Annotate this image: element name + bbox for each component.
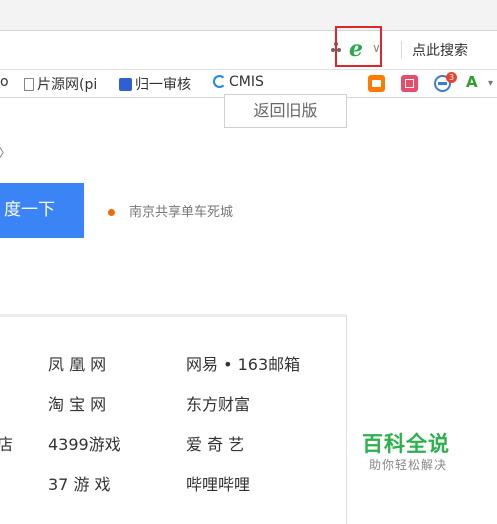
bookmark-item[interactable]: CMIS — [213, 74, 264, 90]
bookmark-label: 归一审核 — [135, 77, 191, 93]
tv-extension-icon[interactable] — [368, 75, 385, 92]
hot-topic-dot-icon — [108, 209, 115, 216]
return-old-version-button[interactable]: 返回旧版 — [224, 94, 347, 128]
cmis-logo-icon — [213, 75, 226, 88]
divider — [401, 41, 402, 59]
nav-link[interactable]: 4399游戏 — [48, 431, 121, 455]
bookmark-item[interactable]: o — [0, 74, 9, 90]
address-bar[interactable]: e ∨ 点此搜索 — [0, 26, 497, 70]
baidu-paw-icon — [119, 78, 132, 91]
nav-link[interactable]: 凤 凰 网 — [48, 351, 106, 375]
nav-link[interactable]: 网易 • 163邮箱 — [186, 351, 300, 375]
bookmark-label: 片源网(pi — [37, 77, 98, 93]
bookmark-label: CMIS — [229, 74, 264, 90]
ie-compat-mode-icon[interactable]: e — [349, 36, 363, 62]
nav-link[interactable]: 东方财富 — [186, 391, 250, 415]
bookmark-label: o — [0, 74, 9, 90]
watermark-subtitle: 助你轻松解决 — [369, 458, 448, 472]
bookmark-item[interactable]: 归一审核 — [119, 74, 191, 94]
nav-link[interactable]: 37 游 戏 — [48, 471, 111, 495]
bookmark-item[interactable]: 片源网(pi — [24, 74, 97, 94]
notes-extension-icon[interactable] — [401, 75, 418, 92]
title-bar-strip — [0, 0, 497, 30]
nav-link[interactable]: 哔哩哔哩 — [186, 471, 250, 495]
chevron-down-icon[interactable]: ∨ — [372, 41, 381, 55]
search-here-link[interactable]: 点此搜索 — [412, 40, 468, 60]
translate-extension-icon[interactable]: A — [466, 73, 478, 91]
watermark-title: 百科全说 — [362, 432, 450, 456]
document-icon — [24, 78, 34, 91]
nav-link[interactable]: 店 — [0, 431, 13, 455]
baidu-search-button[interactable]: 度一下 — [0, 183, 84, 238]
nav-link[interactable]: 爱 奇 艺 — [186, 431, 244, 455]
chevron-right-icon[interactable]: 〉 — [0, 143, 12, 163]
nav-link[interactable]: 淘 宝 网 — [48, 391, 106, 415]
hot-topic-link[interactable]: 南京共享单车死城 — [129, 201, 233, 220]
notification-badge: 3 — [446, 72, 457, 83]
chevron-down-icon[interactable]: ▾ — [488, 78, 493, 89]
